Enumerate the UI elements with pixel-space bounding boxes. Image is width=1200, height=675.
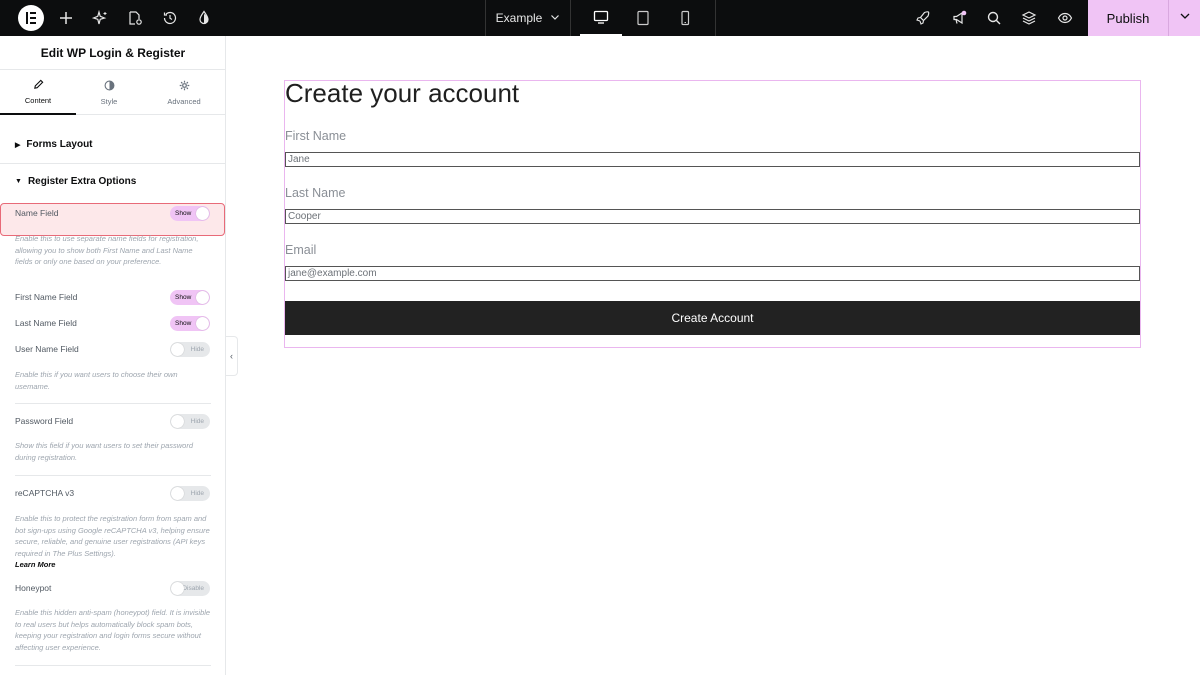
add-element-icon[interactable] bbox=[56, 8, 76, 28]
last-name-field-toggle[interactable]: Show bbox=[170, 316, 210, 331]
pencil-icon bbox=[33, 79, 44, 92]
caret-down-icon: ▼ bbox=[15, 178, 22, 185]
name-field-help: Enable this to use separate name fields … bbox=[15, 234, 199, 266]
toggle-state: Show bbox=[175, 320, 192, 327]
layers-icon[interactable] bbox=[1019, 8, 1039, 28]
name-field-toggle[interactable]: Show bbox=[170, 206, 210, 221]
password-field-help: Show this field if you want users to set… bbox=[15, 441, 194, 462]
toggle-state: Show bbox=[175, 210, 192, 217]
toggle-state: Hide bbox=[190, 346, 204, 353]
recaptcha-help-text: Enable this to protect the registration … bbox=[15, 514, 210, 558]
panel-tabs: Content Style Advanced bbox=[0, 71, 225, 115]
desktop-device-icon[interactable] bbox=[580, 0, 622, 36]
toggle-knob bbox=[196, 207, 209, 220]
tablet-device-icon[interactable] bbox=[622, 0, 664, 36]
toggle-state: Hide bbox=[190, 490, 204, 497]
publish-options-button[interactable] bbox=[1168, 0, 1200, 36]
notifications-megaphone-icon[interactable] bbox=[949, 8, 969, 28]
ai-sparkle-icon[interactable] bbox=[90, 8, 110, 28]
create-account-button[interactable]: Create Account bbox=[285, 301, 1140, 335]
user-name-field-help: Enable this if you want users to choose … bbox=[15, 370, 178, 391]
last-name-input[interactable]: Cooper bbox=[285, 209, 1140, 224]
gear-icon bbox=[179, 80, 190, 93]
toggle-knob bbox=[171, 487, 184, 500]
collapse-panel-button[interactable]: ‹ bbox=[226, 336, 238, 376]
tab-content[interactable]: Content bbox=[0, 71, 76, 115]
honeypot-help: Enable this hidden anti-spam (honeypot) … bbox=[15, 608, 211, 652]
toggle-knob bbox=[196, 317, 209, 330]
document-name: Example bbox=[495, 11, 543, 25]
mobile-device-icon[interactable] bbox=[664, 0, 706, 36]
name-field-label: Name Field bbox=[15, 208, 59, 218]
first-name-input[interactable]: Jane bbox=[285, 152, 1140, 167]
password-field-toggle[interactable]: Hide bbox=[170, 414, 210, 429]
half-circle-icon bbox=[104, 80, 115, 93]
toggle-knob bbox=[196, 291, 209, 304]
password-field-label: Password Field bbox=[15, 416, 74, 426]
page-settings-icon[interactable] bbox=[125, 8, 145, 28]
divider bbox=[15, 403, 211, 404]
recaptcha-label: reCAPTCHA v3 bbox=[15, 488, 75, 498]
tab-advanced[interactable]: Advanced bbox=[146, 71, 222, 115]
section-forms-layout[interactable]: ▶ Forms Layout bbox=[15, 139, 93, 150]
toggle-state: Disable bbox=[182, 585, 204, 592]
chevron-left-icon: ‹ bbox=[230, 351, 233, 361]
toggle-knob bbox=[171, 582, 184, 595]
user-name-field-label: User Name Field bbox=[15, 344, 79, 354]
honeypot-toggle[interactable]: Disable bbox=[170, 581, 210, 596]
tab-label: Content bbox=[24, 96, 52, 105]
tab-label: Style bbox=[100, 97, 118, 106]
tab-label: Advanced bbox=[167, 97, 201, 106]
divider bbox=[15, 475, 211, 476]
toggle-knob bbox=[171, 415, 184, 428]
email-input[interactable]: jane@example.com bbox=[285, 266, 1140, 281]
editor-panel: Edit WP Login & Register Content Style A… bbox=[0, 36, 226, 675]
learn-more-link[interactable]: Learn More bbox=[15, 559, 211, 571]
section-register-extra-options[interactable]: ▼ Register Extra Options bbox=[15, 176, 136, 187]
honeypot-label: Honeypot bbox=[15, 583, 52, 593]
last-name-field-label: Last Name Field bbox=[15, 318, 77, 328]
recaptcha-toggle[interactable]: Hide bbox=[170, 486, 210, 501]
search-icon[interactable] bbox=[984, 8, 1004, 28]
recaptcha-help: Enable this to protect the registration … bbox=[15, 513, 211, 571]
site-settings-drop-icon[interactable] bbox=[194, 8, 214, 28]
separator bbox=[715, 0, 716, 36]
tab-style[interactable]: Style bbox=[71, 71, 147, 115]
rocket-icon[interactable] bbox=[913, 8, 933, 28]
editor-topbar: Example Publish bbox=[0, 0, 1200, 36]
divider bbox=[0, 163, 225, 164]
chevron-down-icon bbox=[550, 11, 560, 25]
separator bbox=[570, 0, 571, 36]
user-name-field-toggle[interactable]: Hide bbox=[170, 342, 210, 357]
first-name-field-toggle[interactable]: Show bbox=[170, 290, 210, 305]
caret-right-icon: ▶ bbox=[15, 141, 21, 149]
first-name-label: First Name bbox=[285, 129, 347, 143]
toggle-state: Hide bbox=[190, 418, 204, 425]
last-name-label: Last Name bbox=[285, 186, 346, 200]
email-label: Email bbox=[285, 243, 317, 257]
divider bbox=[15, 665, 211, 666]
toggle-state: Show bbox=[175, 294, 192, 301]
preview-eye-icon[interactable] bbox=[1055, 8, 1075, 28]
toggle-knob bbox=[171, 343, 184, 356]
chevron-down-icon bbox=[1179, 9, 1191, 27]
section-title: Forms Layout bbox=[26, 139, 93, 150]
first-name-field-label: First Name Field bbox=[15, 292, 78, 302]
section-title: Register Extra Options bbox=[27, 176, 137, 187]
publish-button[interactable]: Publish bbox=[1088, 0, 1168, 36]
document-select[interactable]: Example bbox=[486, 0, 570, 36]
panel-title: Edit WP Login & Register bbox=[0, 36, 225, 70]
form-title: Create your account bbox=[285, 78, 520, 108]
history-icon[interactable] bbox=[160, 8, 180, 28]
elementor-logo-icon[interactable] bbox=[18, 5, 44, 31]
